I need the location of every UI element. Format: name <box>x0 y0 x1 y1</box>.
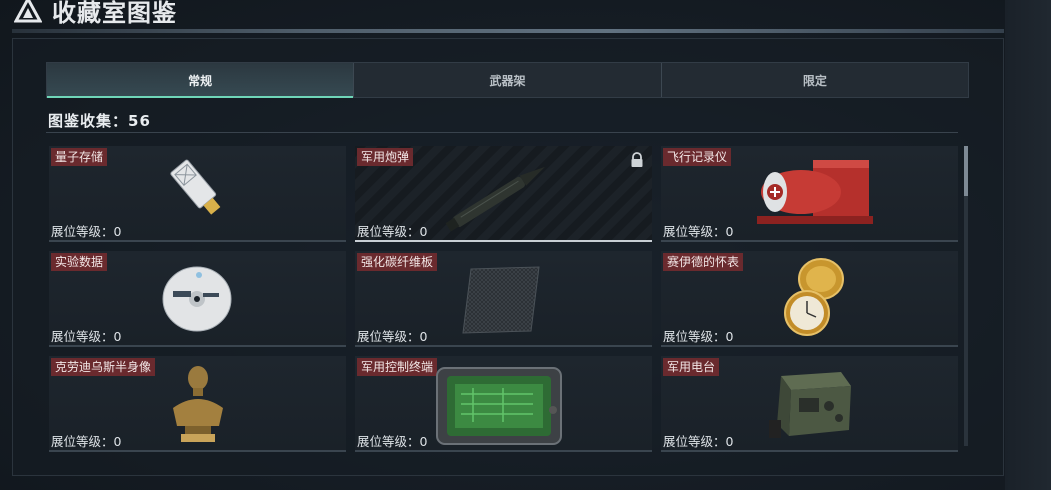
item-card[interactable]: 赛伊德的怀表 展位等级：0 <box>661 251 958 347</box>
bust-statue-icon <box>173 366 223 442</box>
display-level: 展位等级：0 <box>357 329 428 344</box>
artillery-shell-icon <box>445 166 545 232</box>
display-level: 展位等级：0 <box>663 434 734 449</box>
usb-drive-icon <box>170 159 221 215</box>
item-card[interactable]: 实验数据 展位等级：0 <box>49 251 346 347</box>
pocket-watch-icon <box>784 258 844 336</box>
military-radio-icon <box>769 372 851 438</box>
item-name-label: 军用炮弹 <box>357 148 414 166</box>
item-name-label: 实验数据 <box>51 253 108 271</box>
item-card[interactable]: 军用炮弹 展位等级：0 <box>355 146 652 242</box>
tab-regular[interactable]: 常规 <box>47 63 355 98</box>
count-divider <box>46 132 958 133</box>
item-name-label: 军用控制终端 <box>357 358 438 376</box>
display-level: 展位等级：0 <box>51 329 122 344</box>
page-title: 收藏室图鉴 <box>52 0 177 27</box>
display-level: 展位等级：0 <box>663 329 734 344</box>
item-card[interactable]: 军用电台 展位等级：0 <box>661 356 958 452</box>
item-card[interactable]: 飞行记录仪 展位等级：0 <box>661 146 958 242</box>
display-level: 展位等级：0 <box>357 434 428 449</box>
data-disc-icon <box>162 266 232 332</box>
item-name-label: 飞行记录仪 <box>663 148 732 166</box>
item-name-label: 强化碳纤维板 <box>357 253 438 271</box>
tab-bar: 常规 武器架 限定 <box>46 62 969 98</box>
item-name-label: 军用电台 <box>663 358 720 376</box>
collection-screen: 收藏室图鉴 常规 武器架 限定 图鉴收集：56 量子存储 展位等级：0 军用炮弹… <box>0 0 1051 490</box>
item-grid: 量子存储 展位等级：0 军用炮弹 展位等级：0 飞行记录仪 展位等级：0 实验数… <box>49 146 961 452</box>
item-card[interactable]: 强化碳纤维板 展位等级：0 <box>355 251 652 347</box>
item-name-label: 量子存储 <box>51 148 108 166</box>
flight-recorder-icon <box>757 160 873 224</box>
carbon-plate-icon <box>462 266 540 334</box>
item-card[interactable]: 量子存储 展位等级：0 <box>49 146 346 242</box>
display-level: 展位等级：0 <box>357 224 428 239</box>
display-level: 展位等级：0 <box>51 434 122 449</box>
tab-limited[interactable]: 限定 <box>662 63 968 97</box>
item-card[interactable]: 克劳迪乌斯半身像 展位等级：0 <box>49 356 346 452</box>
title-divider <box>12 29 1004 33</box>
grid-scrollbar[interactable] <box>964 146 968 446</box>
tab-weapon-rack[interactable]: 武器架 <box>354 63 662 97</box>
item-name-label: 克劳迪乌斯半身像 <box>51 358 156 376</box>
control-terminal-icon <box>436 367 562 445</box>
display-level: 展位等级：0 <box>51 224 122 239</box>
lock-icon <box>631 152 643 167</box>
display-level: 展位等级：0 <box>663 224 734 239</box>
right-edge-strip <box>1005 0 1051 490</box>
scroll-thumb[interactable] <box>964 146 968 196</box>
item-name-label: 赛伊德的怀表 <box>663 253 744 271</box>
warning-triangle-icon <box>14 0 44 24</box>
item-card[interactable]: 军用控制终端 展位等级：0 <box>355 356 652 452</box>
title-bar: 收藏室图鉴 <box>0 0 1000 28</box>
collection-count: 图鉴收集：56 <box>48 112 151 130</box>
